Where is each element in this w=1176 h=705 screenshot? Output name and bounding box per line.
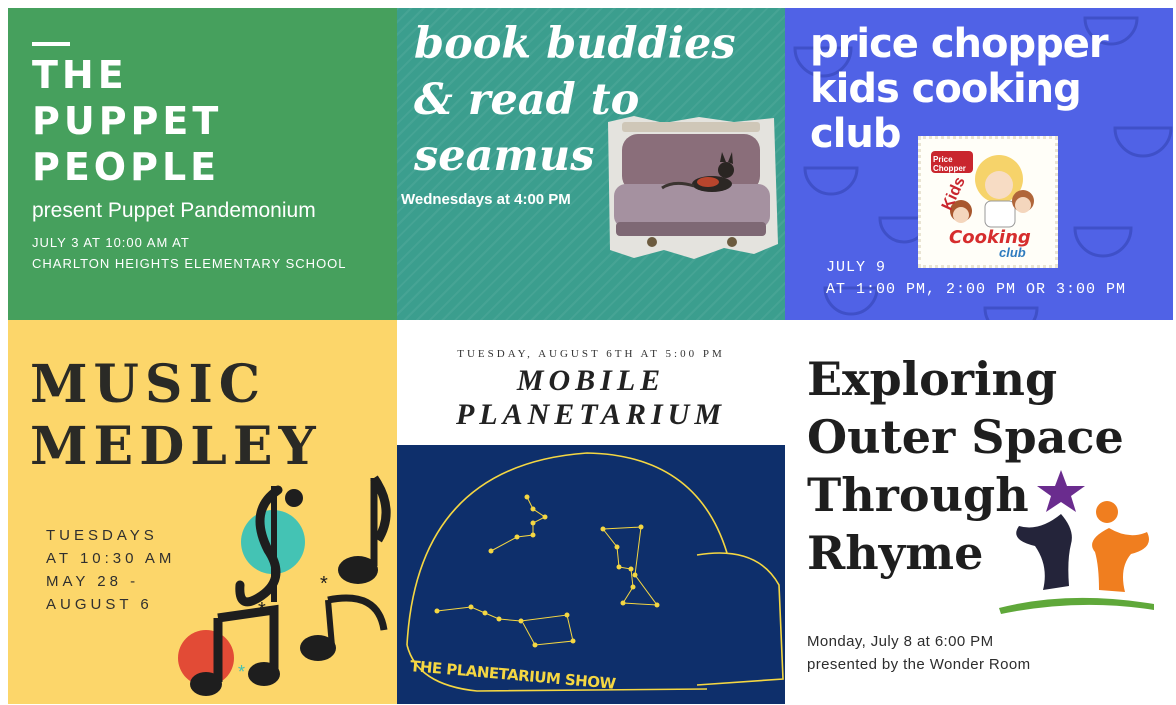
music-medley-title-line: MEDLEY [30,416,322,477]
book-buddies-title-line: book buddies [414,19,736,69]
event-grid: THE PUPPET PEOPLE present Puppet Pandemo… [8,8,1173,704]
planetarium-date: TUESDAY, AUGUST 6TH AT 5:00 PM [457,348,725,360]
svg-text:*: * [320,573,328,595]
outer-space-info-line: presented by the Wonder Room [807,656,1031,673]
music-medley-info-line: MAY 28 - [46,573,140,590]
event-tile-kids-cooking-club[interactable]: price chopper kids cooking club Price Ch… [785,8,1173,320]
puppet-info-line: JULY 3 AT 10:00 AM AT [32,235,190,250]
event-tile-puppet-people[interactable]: THE PUPPET PEOPLE present Puppet Pandemo… [8,8,397,320]
svg-text:*: * [258,599,266,621]
title-accent-bar [32,42,70,46]
outer-space-info: Monday, July 8 at 6:00 PM presented by t… [807,630,1031,676]
music-medley-title: MUSIC MEDLEY [30,354,322,478]
puppet-title-line: PUPPET [32,99,223,143]
planetarium-title-line: MOBILE [516,364,666,397]
outer-space-title-line: Exploring [807,352,1058,406]
puppet-title-line: PEOPLE [32,145,221,189]
book-buddies-info: Wednesdays at 4:00 PM [401,191,571,208]
puppet-subtitle: present Puppet Pandemonium [32,199,316,222]
logo-brand-text: Price Chopper [933,155,966,173]
planetarium-title-line: PLANETARIUM [455,398,727,431]
cooking-club-title-line: price chopper [810,21,1109,67]
music-medley-info: TUESDAYS AT 10:30 AM MAY 28 - AUGUST 6 [46,524,175,616]
puppet-info: JULY 3 AT 10:00 AM AT CHARLTON HEIGHTS E… [32,232,347,274]
cooking-club-info-line: JULY 9 [826,259,887,276]
cooking-club-info: JULY 9 AT 1:00 PM, 2:00 PM OR 3:00 PM [826,257,1126,301]
music-medley-title-line: MUSIC [30,354,267,415]
event-tile-outer-space-rhyme[interactable]: Exploring Outer Space Through Rhyme Mond… [785,320,1173,704]
puppet-info-line: CHARLTON HEIGHTS ELEMENTARY SCHOOL [32,256,347,271]
cooking-club-info-line: AT 1:00 PM, 2:00 PM OR 3:00 PM [826,281,1127,298]
outer-space-title-line: Outer Space [807,410,1124,464]
svg-text:*: * [238,662,245,682]
music-medley-info-line: AT 10:30 AM [46,550,176,567]
music-medley-info-line: TUESDAYS [46,527,158,544]
puppet-title-line: THE [32,53,128,97]
music-medley-info-line: AUGUST 6 [46,596,153,613]
puppet-title: THE PUPPET PEOPLE [32,52,222,190]
outer-space-info-line: Monday, July 8 at 6:00 PM [807,633,994,650]
planetarium-title: MOBILE PLANETARIUM [397,364,785,432]
planetarium-panel: THE PLANETARIUM SHOW [397,445,785,704]
kids-cooking-logo: Price Chopper Kids Cooking club [918,136,1058,268]
cooking-club-title-line: kids cooking [810,66,1082,112]
wonder-room-logo [999,470,1154,614]
event-tile-music-medley[interactable]: MUSIC MEDLEY TUESDAYS AT 10:30 AM MAY 28… [8,320,397,704]
music-notes-illustration: * * * [178,475,391,696]
event-tile-book-buddies[interactable]: book buddies & read to seamus Wednesdays… [397,8,785,320]
dog-photo [608,116,778,259]
event-tile-mobile-planetarium[interactable]: TUESDAY, AUGUST 6TH AT 5:00 PM MOBILE PL… [397,320,785,704]
